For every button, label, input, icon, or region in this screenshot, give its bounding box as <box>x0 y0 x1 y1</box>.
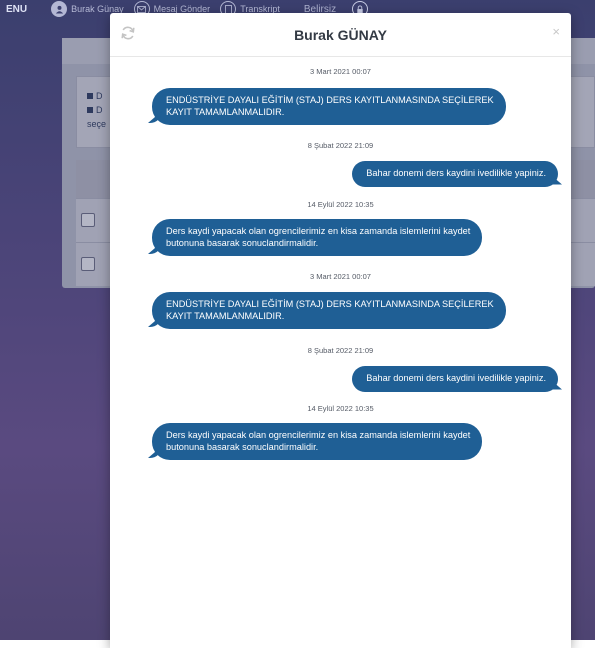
info-line: seçe <box>87 119 107 129</box>
message-bubble-incoming: ENDÜSTRİYE DAYALI EĞİTİM (STAJ) DERS KAY… <box>152 292 506 329</box>
user-icon <box>51 1 68 17</box>
message-bubble-incoming: Ders kaydi yapacak olan ogrencilerimiz e… <box>152 219 483 256</box>
info-line: D <box>87 105 103 115</box>
message-timestamp: 3 Mart 2021 00:07 <box>310 272 371 281</box>
close-icon[interactable]: × <box>552 24 560 39</box>
message-timestamp: 3 Mart 2021 00:07 <box>310 67 371 76</box>
menu-label[interactable]: ENU <box>6 4 27 15</box>
row-checkbox[interactable] <box>81 213 95 227</box>
message-timestamp: 8 Şubat 2022 21:09 <box>307 346 374 355</box>
message-bubble-outgoing: Bahar donemi ders kaydini ivedilikle yap… <box>352 366 558 392</box>
modal-header: Burak GÜNAY × <box>110 13 571 57</box>
message-timestamp: 8 Şubat 2022 21:09 <box>307 141 374 150</box>
modal-title: Burak GÜNAY <box>294 27 387 43</box>
message-modal: Burak GÜNAY × 3 Mart 2021 00:07 ENDÜSTRİ… <box>110 13 571 648</box>
message-bubble-outgoing: Bahar donemi ders kaydini ivedilikle yap… <box>352 161 558 187</box>
row-checkbox[interactable] <box>81 257 95 271</box>
info-line: D <box>87 91 103 101</box>
message-timestamp: 14 Eylül 2022 10:35 <box>307 200 374 209</box>
message-bubble-incoming: Ders kaydi yapacak olan ogrencilerimiz e… <box>152 423 483 460</box>
message-thread: 3 Mart 2021 00:07 ENDÜSTRİYE DAYALI EĞİT… <box>110 57 571 647</box>
message-bubble-incoming: ENDÜSTRİYE DAYALI EĞİTİM (STAJ) DERS KAY… <box>152 88 506 125</box>
message-timestamp: 14 Eylül 2022 10:35 <box>307 404 374 413</box>
